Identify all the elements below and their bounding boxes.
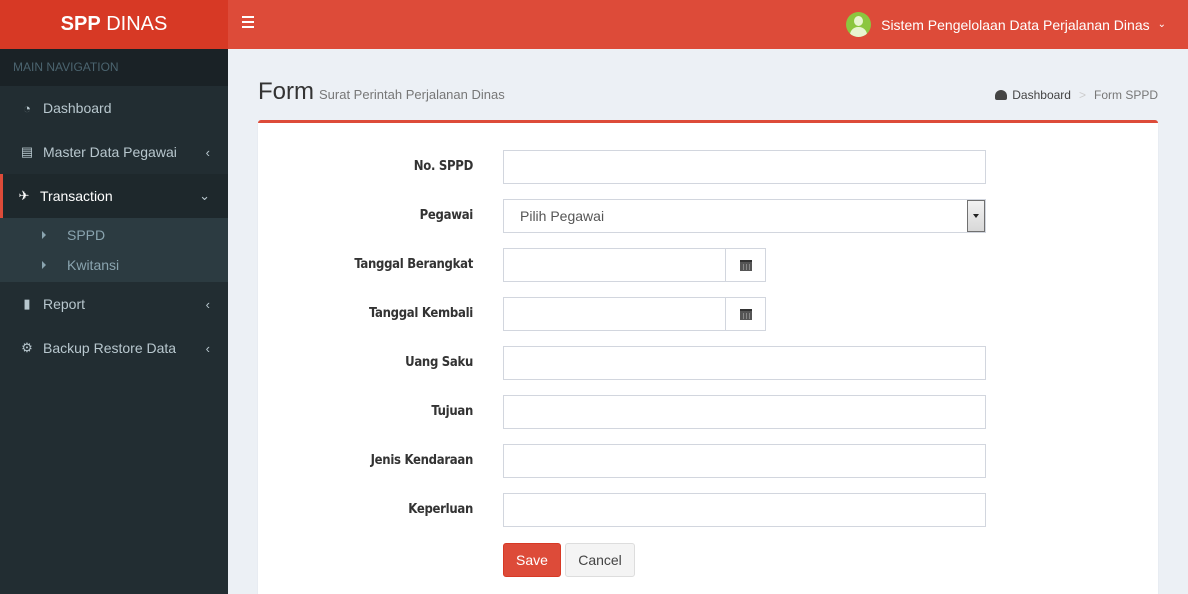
chevron-left-icon: ‹ — [205, 144, 210, 160]
caret-right-icon — [42, 231, 46, 239]
plane-icon: ✈ — [18, 188, 30, 203]
form-row-tanggal-berangkat: Tanggal Berangkat — [258, 248, 1158, 282]
jenis-kendaraan-label: Jenis Kendaraan — [370, 453, 474, 468]
tanggal-kembali-calendar-button[interactable] — [726, 297, 766, 331]
pegawai-label: Pegawai — [419, 208, 474, 223]
sidebar-subitem-kwitansi[interactable]: Kwitansi — [0, 250, 228, 280]
dashboard-icon: ◔ — [23, 100, 31, 116]
book-icon: ▤ — [20, 144, 34, 159]
calendar-icon — [739, 259, 752, 271]
form-row-uang-saku: Uang Saku — [258, 346, 1158, 380]
tanggal-berangkat-label: Tanggal Berangkat — [354, 257, 473, 272]
hamburger-icon-line — [242, 21, 254, 23]
page-subtitle: Surat Perintah Perjalanan Dinas — [319, 87, 505, 102]
sidebar-item-dashboard[interactable]: ◔ Dashboard — [0, 86, 228, 130]
chevron-down-icon: ⌄ — [1157, 19, 1166, 30]
user-avatar-icon — [846, 12, 872, 37]
content-header: Form Surat Perintah Perjalanan Dinas — [258, 78, 505, 106]
pegawai-selected-value: Pilih Pegawai — [520, 208, 605, 224]
logo-bold: SPP — [60, 13, 101, 35]
sidebar-toggle-button[interactable] — [242, 16, 256, 32]
form-row-pegawai: Pegawai Pilih Pegawai — [258, 199, 1158, 233]
sidebar-header: MAIN NAVIGATION — [0, 49, 228, 86]
sidebar-item-label: Master Data Pegawai — [43, 144, 177, 160]
form-box: No. SPPD Pegawai Pilih Pegawai Tanggal B… — [258, 120, 1158, 594]
tanggal-berangkat-group — [503, 248, 766, 282]
sidebar-subitem-label: Kwitansi — [67, 257, 120, 273]
sidebar-subitem-label: SPPD — [67, 227, 106, 243]
hamburger-icon-line — [242, 26, 254, 28]
caret-right-icon — [42, 261, 46, 269]
breadcrumb-separator: > — [1078, 88, 1086, 102]
breadcrumb-label: Dashboard — [1012, 88, 1071, 102]
app-logo[interactable]: SPP DINAS — [0, 0, 228, 49]
uang-saku-input[interactable] — [503, 346, 986, 380]
no-sppd-label: No. SPPD — [413, 159, 474, 174]
sidebar-item-label: Dashboard — [43, 100, 112, 116]
top-navbar: Sistem Pengelolaan Data Perjalanan Dinas… — [228, 0, 1188, 49]
sidebar-item-backup-restore[interactable]: ⚙ Backup Restore Data ‹ — [0, 326, 228, 370]
sidebar-item-report[interactable]: ▮ Report ‹ — [0, 282, 228, 326]
file-icon: ▮ — [23, 296, 31, 311]
form-row-jenis-kendaraan: Jenis Kendaraan — [258, 444, 1158, 478]
tanggal-berangkat-calendar-button[interactable] — [726, 248, 766, 282]
tujuan-input[interactable] — [503, 395, 986, 429]
breadcrumb-dashboard-link[interactable]: Dashboard — [995, 88, 1071, 102]
uang-saku-label: Uang Saku — [405, 355, 473, 370]
hamburger-icon — [242, 16, 254, 18]
form-row-keperluan: Keperluan — [258, 493, 1158, 527]
form-row-tanggal-kembali: Tanggal Kembali — [258, 297, 1158, 331]
tanggal-kembali-label: Tanggal Kembali — [369, 306, 473, 321]
keperluan-label: Keperluan — [408, 502, 473, 517]
chevron-down-icon: ⌄ — [199, 188, 210, 203]
form-row-no-sppd: No. SPPD — [258, 150, 1158, 184]
dashboard-icon — [995, 90, 1008, 100]
sidebar-item-transaction[interactable]: ✈ Transaction ⌄ — [0, 174, 228, 218]
tanggal-kembali-group — [503, 297, 766, 331]
user-label: Sistem Pengelolaan Data Perjalanan Dinas — [881, 16, 1150, 33]
transaction-submenu: SPPD Kwitansi — [0, 218, 228, 282]
cogs-icon: ⚙ — [21, 340, 33, 355]
sidebar-item-label: Report — [43, 296, 86, 312]
sidebar-subitem-sppd[interactable]: SPPD — [0, 220, 228, 250]
page-title: Form — [258, 78, 314, 105]
jenis-kendaraan-input[interactable] — [503, 444, 986, 478]
sidebar: MAIN NAVIGATION ◔ Dashboard ▤ Master Dat… — [0, 49, 228, 594]
chevron-left-icon: ‹ — [205, 340, 210, 356]
tanggal-kembali-input[interactable] — [503, 297, 726, 331]
sidebar-item-master-data-pegawai[interactable]: ▤ Master Data Pegawai ‹ — [0, 130, 228, 174]
keperluan-input[interactable] — [503, 493, 986, 527]
dropdown-arrow-icon[interactable] — [967, 200, 985, 232]
calendar-icon — [739, 308, 752, 320]
tujuan-label: Tujuan — [431, 404, 473, 419]
no-sppd-input[interactable] — [503, 150, 986, 184]
sidebar-item-label: Transaction — [40, 188, 113, 204]
chevron-left-icon: ‹ — [205, 296, 210, 312]
logo-text: DINAS — [100, 13, 168, 35]
breadcrumb: Dashboard > Form SPPD — [995, 88, 1158, 102]
pegawai-select[interactable]: Pilih Pegawai — [503, 199, 986, 233]
tanggal-berangkat-input[interactable] — [503, 248, 726, 282]
form-row-tujuan: Tujuan — [258, 395, 1158, 429]
save-button[interactable]: Save — [503, 543, 561, 577]
sidebar-item-label: Backup Restore Data — [43, 340, 177, 356]
user-menu[interactable]: Sistem Pengelolaan Data Perjalanan Dinas… — [846, 12, 1166, 37]
breadcrumb-current: Form SPPD — [1093, 88, 1158, 102]
cancel-button[interactable]: Cancel — [565, 543, 635, 577]
